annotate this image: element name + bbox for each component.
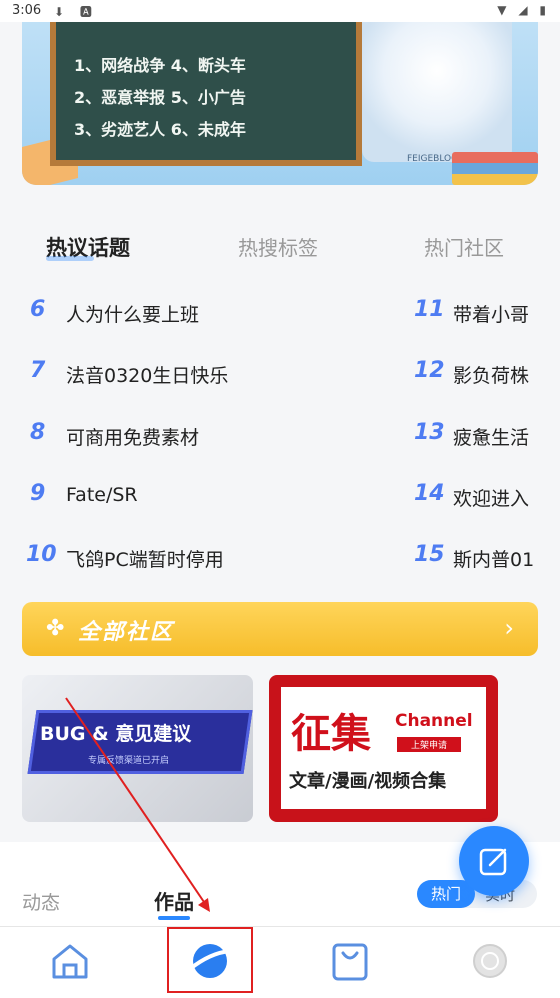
topic-title[interactable]: 带着小哥 — [453, 300, 529, 327]
collect-card-bottom: 文章/漫画/视频合集 — [289, 771, 447, 792]
topic-rank: 11 — [414, 297, 445, 322]
mascot-illustration — [362, 22, 512, 162]
status-time: 3:06 — [12, 3, 42, 18]
profile-icon — [473, 944, 507, 978]
topic-title[interactable]: 可商用免费素材 — [66, 423, 199, 450]
topic-item[interactable]: 6 — [30, 297, 45, 322]
topic-title[interactable]: 法音0320生日快乐 — [66, 361, 228, 388]
topic-item[interactable]: 13 — [414, 420, 445, 445]
collect-card-channel: Channel — [395, 711, 473, 731]
topic-item[interactable]: 8 — [30, 420, 45, 445]
topic-rank: 8 — [30, 420, 46, 445]
chevron-right-icon: › — [504, 614, 514, 642]
works-tab-underline — [158, 916, 190, 920]
topic-item[interactable]: 9 — [30, 481, 45, 506]
collect-card-title: 征集 — [291, 711, 371, 757]
tab-hot-tags[interactable]: 热搜标签 — [238, 232, 318, 261]
topic-item[interactable]: 10 — [26, 542, 57, 567]
topic-title[interactable]: 斯内普01 — [453, 545, 534, 572]
collect-card[interactable]: 征集 Channel 上架申请 文章/漫画/视频合集 — [269, 675, 498, 822]
board-line-1: 1、网络战争 4、断头车 — [74, 56, 246, 75]
books-illustration — [452, 152, 538, 185]
sort-hot-button[interactable]: 热门 — [417, 880, 475, 908]
topic-title[interactable]: 人为什么要上班 — [66, 300, 199, 327]
status-system-icons: ▼ ◢ ▮ — [497, 3, 550, 17]
bug-card-title: BUG & 意见建议 — [40, 723, 192, 745]
topic-rank: 14 — [414, 481, 445, 506]
tab-dynamic[interactable]: 动态 — [22, 888, 60, 915]
tab-hot-communities[interactable]: 热门社区 — [424, 232, 504, 261]
topic-rank: 13 — [414, 420, 445, 445]
topic-item[interactable]: 14 — [414, 481, 445, 506]
topic-title[interactable]: 影负荷株 — [453, 361, 529, 388]
topic-title[interactable]: 欢迎进入 — [453, 484, 529, 511]
status-bar: 3:06 ⬇ 🅰 ▼ ◢ ▮ — [0, 0, 560, 22]
annotation-highlight-box — [167, 927, 253, 993]
board-line-3: 3、劣迹艺人 6、未成年 — [74, 120, 246, 139]
nav-profile[interactable] — [466, 937, 514, 985]
bug-feedback-card[interactable]: BUG & 意见建议 专属反馈渠道已开启 — [22, 675, 253, 822]
topic-title[interactable]: 疲惫生活 — [453, 423, 529, 450]
tab-underline — [46, 256, 94, 261]
topic-rank: 10 — [26, 542, 57, 567]
board-line-2: 2、恶意举报 5、小广告 — [74, 88, 246, 107]
topic-rank: 9 — [30, 481, 46, 506]
nav-home[interactable] — [46, 937, 94, 985]
mascot-badge: FEIGEBLOG — [407, 154, 459, 164]
topic-rank: 12 — [414, 358, 445, 383]
nav-shop[interactable] — [326, 937, 374, 985]
topic-rank: 6 — [30, 297, 46, 322]
tab-works[interactable]: 作品 — [154, 886, 194, 915]
topic-rank: 15 — [414, 542, 445, 567]
banner-carousel[interactable]: 1、网络战争 4、断头车 2、恶意举报 5、小广告 3、劣迹艺人 6、未成年 F… — [22, 22, 538, 185]
topic-item[interactable]: 12 — [414, 358, 445, 383]
all-communities-button[interactable]: ✤ 全部社区 › — [22, 602, 538, 656]
bug-card-subtitle: 专属反馈渠道已开启 — [88, 756, 170, 766]
topic-item[interactable]: 15 — [414, 542, 445, 567]
topic-title[interactable]: 飞鸽PC端暂时停用 — [66, 545, 224, 572]
shopping-bag-icon — [332, 943, 368, 981]
collect-card-tag: 上架申请 — [397, 737, 462, 752]
topic-title[interactable]: Fate/SR — [66, 484, 138, 506]
topic-item[interactable]: 11 — [414, 297, 445, 322]
status-notification-icons: ⬇ 🅰 — [54, 5, 98, 19]
clover-icon: ✤ — [46, 616, 65, 641]
bottom-navigation — [0, 926, 560, 998]
topic-rank: 7 — [30, 358, 46, 383]
compose-button[interactable] — [459, 826, 529, 896]
topic-item[interactable]: 7 — [30, 358, 45, 383]
home-icon — [52, 944, 88, 979]
edit-icon — [479, 848, 507, 876]
all-communities-label: 全部社区 — [78, 620, 175, 645]
